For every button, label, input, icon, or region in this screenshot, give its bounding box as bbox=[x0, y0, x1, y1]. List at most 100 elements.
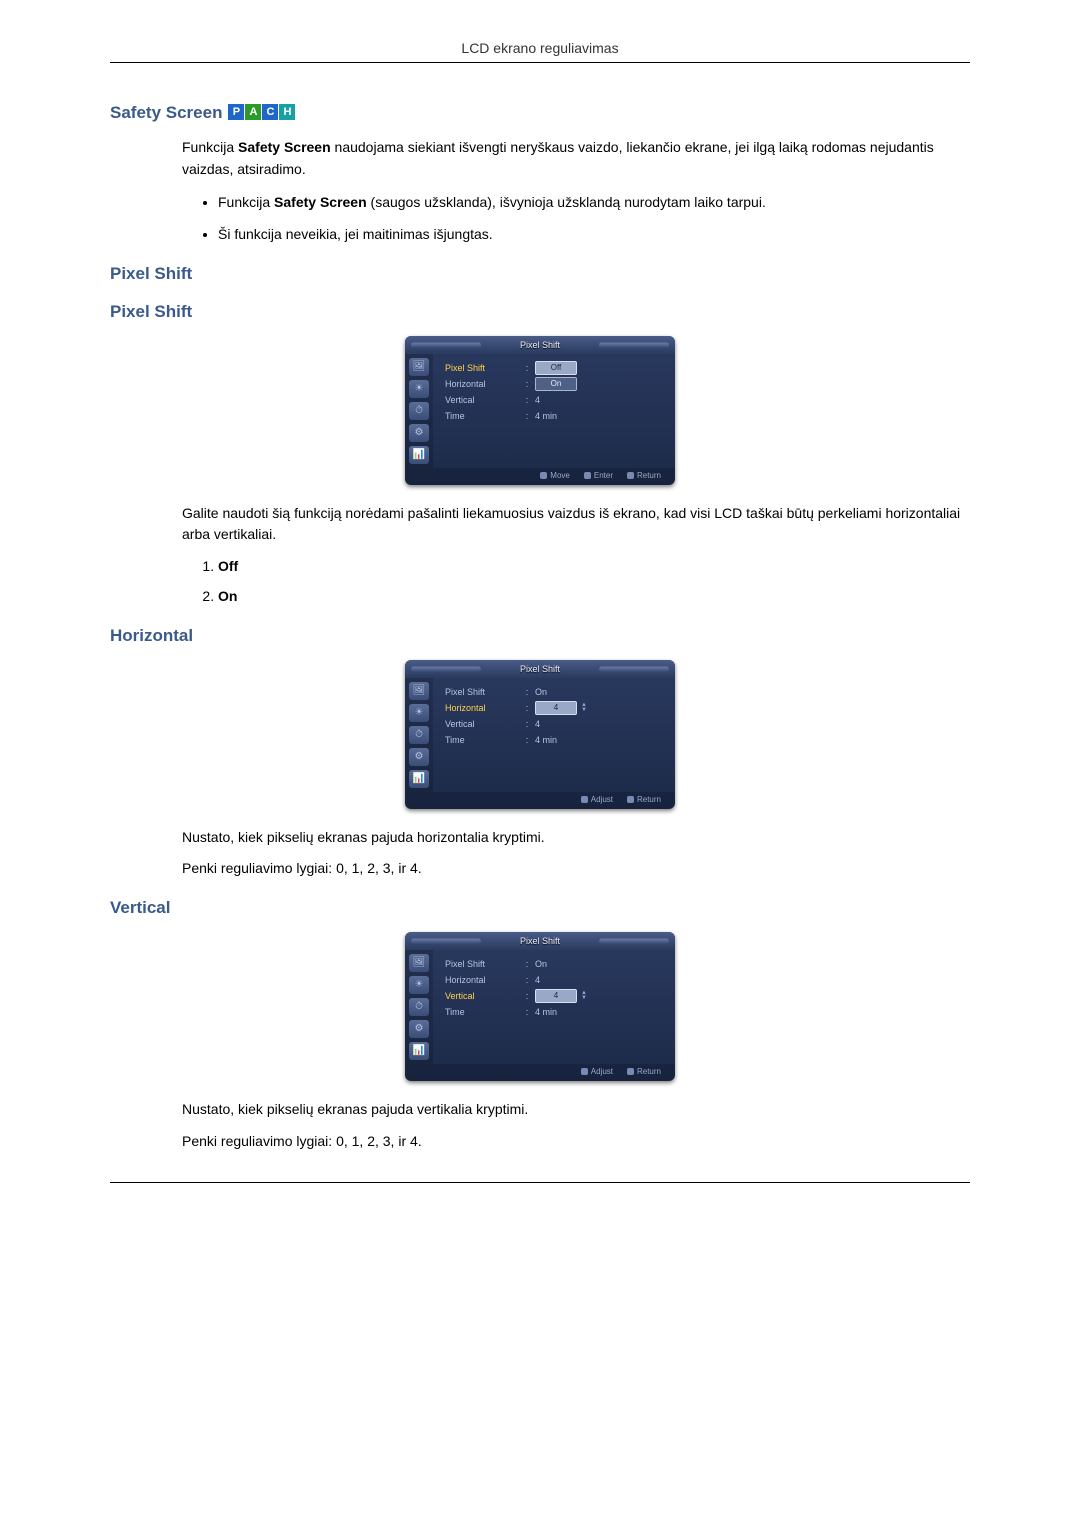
osd-value: 4 bbox=[531, 395, 667, 405]
osd-row-pixel-shift[interactable]: Pixel Shift: On bbox=[445, 684, 667, 700]
osd-body: 🖼 ☀ ⏱ ⚙ 📊 Pixel Shift: Off Horizontal: bbox=[405, 354, 675, 468]
pixel-shift-options: Off On bbox=[182, 556, 970, 607]
vertical-desc2: Penki reguliavimo lygiai: 0, 1, 2, 3, ir… bbox=[182, 1131, 970, 1153]
osd-label: Time bbox=[445, 735, 523, 745]
osd-row-time[interactable]: Time: 4 min bbox=[445, 408, 667, 424]
osd-foot-return: Return bbox=[627, 471, 661, 480]
picture-icon: 🖼 bbox=[409, 954, 429, 972]
osd-foot-adjust: Adjust bbox=[581, 795, 613, 804]
osd-foot-return: Return bbox=[627, 795, 661, 804]
brightness-icon: ☀ bbox=[409, 976, 429, 994]
clock-icon: ⏱ bbox=[409, 998, 429, 1016]
osd-horizontal: Pixel Shift 🖼 ☀ ⏱ ⚙ 📊 Pixel Shift: On bbox=[110, 660, 970, 809]
osd-value: 4 min bbox=[531, 411, 667, 421]
brightness-icon: ☀ bbox=[409, 380, 429, 398]
section-title-vertical: Vertical bbox=[110, 898, 970, 918]
horizontal-desc1: Nustato, kiek pikselių ekranas pajuda ho… bbox=[182, 827, 970, 849]
osd-label: Pixel Shift bbox=[445, 959, 523, 969]
osd-sidebar: 🖼 ☀ ⏱ ⚙ 📊 bbox=[405, 354, 433, 468]
pixel-shift-body: Galite naudoti šią funkciją norėdami paš… bbox=[182, 503, 970, 608]
input-icon: 📊 bbox=[409, 1042, 429, 1060]
osd-title: Pixel Shift bbox=[405, 932, 675, 950]
osd-row-horizontal[interactable]: Horizontal: 4 ▲▼ bbox=[445, 700, 667, 716]
osd-value: On bbox=[531, 959, 667, 969]
badge-p-icon: P bbox=[228, 104, 244, 120]
osd-row-horizontal[interactable]: Horizontal: 4 bbox=[445, 972, 667, 988]
vertical-desc1: Nustato, kiek pikselių ekranas pajuda ve… bbox=[182, 1099, 970, 1121]
pixel-shift-desc: Galite naudoti šią funkciją norėdami paš… bbox=[182, 503, 970, 546]
osd-label: Vertical bbox=[445, 395, 523, 405]
badge-a-icon: A bbox=[245, 104, 261, 120]
osd-value-4: 4 bbox=[535, 701, 577, 715]
osd-panel: Pixel Shift 🖼 ☀ ⏱ ⚙ 📊 Pixel Shift: On bbox=[405, 660, 675, 809]
osd-foot-move: Move bbox=[540, 471, 570, 480]
osd-label: Pixel Shift bbox=[445, 687, 523, 697]
osd-panel: Pixel Shift 🖼 ☀ ⏱ ⚙ 📊 Pixel Shift: On bbox=[405, 932, 675, 1081]
badge-h-icon: H bbox=[279, 104, 295, 120]
osd-row-horizontal[interactable]: Horizontal: On bbox=[445, 376, 667, 392]
osd-rows: Pixel Shift: On Horizontal: 4 Vertical: … bbox=[433, 950, 675, 1064]
osd-value-on: On bbox=[535, 377, 577, 391]
osd-label: Vertical bbox=[445, 991, 523, 1001]
osd-body: 🖼 ☀ ⏱ ⚙ 📊 Pixel Shift: On Horizontal: bbox=[405, 950, 675, 1064]
osd-foot-adjust: Adjust bbox=[581, 1067, 613, 1076]
osd-label: Time bbox=[445, 1007, 523, 1017]
bullet1-post: (saugos užsklanda), išvynioja užsklandą … bbox=[367, 194, 766, 210]
osd-value-off: Off bbox=[535, 361, 577, 375]
picture-icon: 🖼 bbox=[409, 682, 429, 700]
osd-panel: Pixel Shift 🖼 ☀ ⏱ ⚙ 📊 Pixel Shift: Off bbox=[405, 336, 675, 485]
horizontal-desc2: Penki reguliavimo lygiai: 0, 1, 2, 3, ir… bbox=[182, 858, 970, 880]
list-item: Ši funkcija neveikia, jei maitinimas išj… bbox=[218, 224, 970, 246]
opt-on: On bbox=[218, 588, 237, 604]
spinner-arrows-icon: ▲▼ bbox=[581, 703, 587, 713]
osd-label: Horizontal bbox=[445, 703, 523, 713]
safety-screen-body: Funkcija Safety Screen naudojama siekian… bbox=[182, 137, 970, 246]
page: LCD ekrano reguliavimas Safety Screen P … bbox=[0, 0, 1080, 1233]
input-icon: 📊 bbox=[409, 446, 429, 464]
safety-screen-title: Safety Screen bbox=[110, 103, 222, 123]
osd-body: 🖼 ☀ ⏱ ⚙ 📊 Pixel Shift: On Horizontal: bbox=[405, 678, 675, 792]
list-item: On bbox=[218, 586, 970, 608]
list-item: Off bbox=[218, 556, 970, 578]
clock-icon: ⏱ bbox=[409, 726, 429, 744]
osd-value: 4 bbox=[531, 975, 667, 985]
osd-label: Pixel Shift bbox=[445, 363, 523, 373]
list-item: Funkcija Safety Screen (saugos užsklanda… bbox=[218, 192, 970, 214]
osd-label: Horizontal bbox=[445, 379, 523, 389]
osd-label: Vertical bbox=[445, 719, 523, 729]
page-header: LCD ekrano reguliavimas bbox=[110, 40, 970, 63]
opt-off: Off bbox=[218, 558, 238, 574]
input-icon: 📊 bbox=[409, 770, 429, 788]
osd-row-time[interactable]: Time: 4 min bbox=[445, 732, 667, 748]
inline-bold: Safety Screen bbox=[238, 139, 331, 155]
osd-footer: Adjust Return bbox=[405, 1064, 675, 1081]
osd-row-pixel-shift[interactable]: Pixel Shift: On bbox=[445, 956, 667, 972]
osd-sidebar: 🖼 ☀ ⏱ ⚙ 📊 bbox=[405, 950, 433, 1064]
bullet1-pre: Funkcija bbox=[218, 194, 274, 210]
osd-value: 4 min bbox=[531, 1007, 667, 1017]
badge-c-icon: C bbox=[262, 104, 278, 120]
gear-icon: ⚙ bbox=[409, 1020, 429, 1038]
osd-row-vertical[interactable]: Vertical: 4 bbox=[445, 716, 667, 732]
osd-footer: Move Enter Return bbox=[405, 468, 675, 485]
osd-value: 4 bbox=[531, 719, 667, 729]
osd-foot-enter: Enter bbox=[584, 471, 613, 480]
section-title-safety-screen: Safety Screen P A C H bbox=[110, 103, 970, 123]
section-title-pixel-shift-2: Pixel Shift bbox=[110, 302, 970, 322]
osd-rows: Pixel Shift: Off Horizontal: On Vertical… bbox=[433, 354, 675, 468]
gear-icon: ⚙ bbox=[409, 424, 429, 442]
horizontal-body: Nustato, kiek pikselių ekranas pajuda ho… bbox=[182, 827, 970, 880]
osd-pixel-shift: Pixel Shift 🖼 ☀ ⏱ ⚙ 📊 Pixel Shift: Off bbox=[110, 336, 970, 485]
osd-footer: Adjust Return bbox=[405, 792, 675, 809]
osd-row-vertical[interactable]: Vertical: 4 bbox=[445, 392, 667, 408]
spinner-arrows-icon: ▲▼ bbox=[581, 991, 587, 1001]
gear-icon: ⚙ bbox=[409, 748, 429, 766]
osd-row-time[interactable]: Time: 4 min bbox=[445, 1004, 667, 1020]
osd-label: Horizontal bbox=[445, 975, 523, 985]
picture-icon: 🖼 bbox=[409, 358, 429, 376]
bullet1-bold: Safety Screen bbox=[274, 194, 367, 210]
osd-row-vertical[interactable]: Vertical: 4 ▲▼ bbox=[445, 988, 667, 1004]
safety-screen-bullets: Funkcija Safety Screen (saugos užsklanda… bbox=[182, 192, 970, 245]
osd-title: Pixel Shift bbox=[405, 336, 675, 354]
osd-row-pixel-shift[interactable]: Pixel Shift: Off bbox=[445, 360, 667, 376]
